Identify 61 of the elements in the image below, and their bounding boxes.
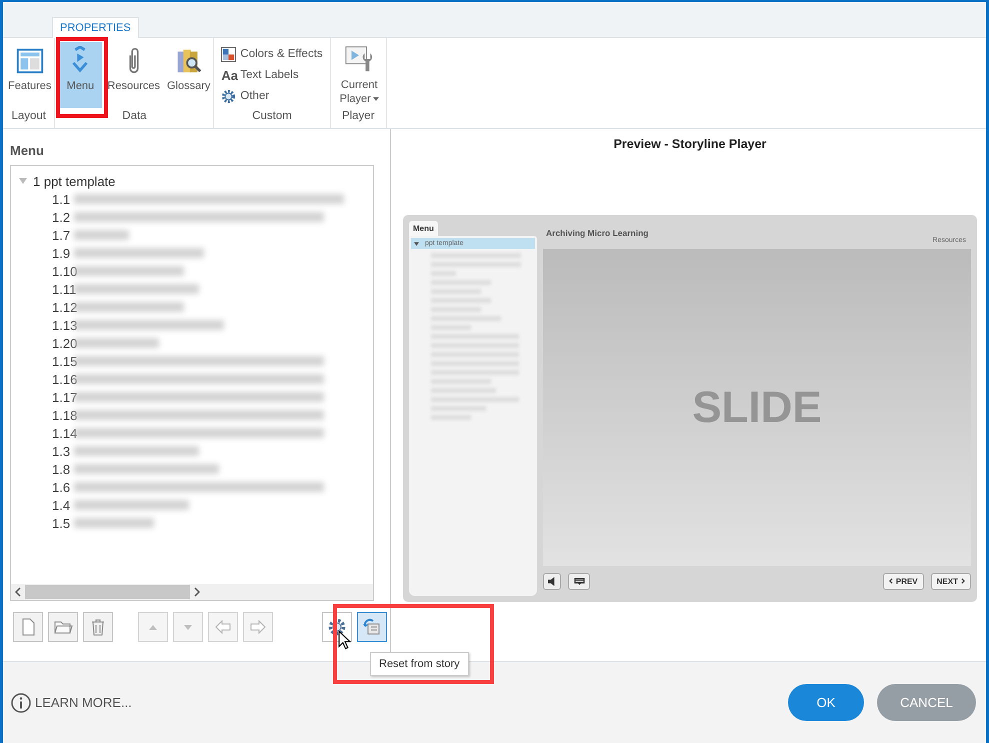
speech-bubble-icon (574, 576, 584, 586)
scroll-right-icon[interactable] (194, 587, 200, 597)
next-button[interactable]: NEXT (930, 572, 971, 590)
preview-heading: Preview - Storyline Player (612, 137, 768, 153)
ok-button[interactable]: OK (788, 684, 864, 721)
info-icon (11, 692, 31, 712)
up-triangle-icon (149, 624, 157, 630)
expand-icon (414, 242, 419, 246)
slide-number: 1.5 (52, 516, 72, 530)
ribbon-group-label: Player (342, 110, 375, 124)
captions-button[interactable] (568, 572, 590, 590)
blurred-text (74, 230, 129, 240)
color-swatch-icon (221, 46, 236, 62)
ribbon-group-label: Custom (252, 110, 292, 124)
slide-number: 1.1 (52, 192, 72, 206)
settings-icon (221, 88, 236, 104)
caret-icon (372, 97, 379, 102)
delete-button[interactable] (83, 612, 113, 642)
scroll-left-icon[interactable] (15, 587, 21, 597)
ribbon-button[interactable]: Other (221, 86, 270, 106)
reset-button[interactable] (357, 612, 387, 642)
slide-number: 1.7 (52, 228, 72, 242)
ribbon-button[interactable]: Resources (105, 42, 162, 108)
horizontal-scrollbar[interactable] (11, 584, 373, 600)
ribbon-button[interactable]: Features (6, 42, 54, 108)
learn-more-link[interactable]: LEARN MORE... (11, 692, 132, 712)
properties-tab[interactable]: PROPERTIES (52, 17, 139, 38)
prev-button[interactable]: PREV (882, 572, 924, 590)
layout-icon (14, 46, 45, 76)
player-dropdown[interactable]: Current Player (334, 42, 385, 108)
chevron-right-icon (961, 578, 965, 584)
ribbon-group-label: Layout (11, 110, 46, 124)
tooltip: Reset from story (370, 652, 469, 676)
new-button[interactable] (13, 612, 43, 642)
player-wrench-icon (344, 44, 374, 74)
tree-item[interactable]: 1 ppt template (19, 172, 373, 190)
left-arrow-icon (213, 617, 233, 637)
right-arrow-icon (248, 617, 268, 637)
undo-list-icon (362, 617, 382, 637)
slide-number: 1.8 (52, 462, 72, 476)
slide-number: 1.6 (52, 480, 72, 494)
mouse-pointer-icon (338, 630, 351, 650)
slide-placeholder-text: SLIDE (692, 382, 822, 432)
ribbon-button[interactable]: Menu (58, 42, 102, 108)
slide-number: 1.2 (52, 210, 72, 224)
text-glyph: Aa (221, 68, 236, 82)
ribbon-button[interactable]: Glossary (165, 42, 212, 108)
panel-heading: Menu (10, 143, 45, 160)
open-button[interactable] (48, 612, 78, 642)
down-triangle-icon (184, 624, 192, 630)
volume-button[interactable] (543, 572, 561, 590)
speaker-icon (546, 576, 558, 586)
ribbon-button[interactable]: Aa Text Labels (221, 65, 299, 85)
slide-number: 1.3 (52, 444, 72, 458)
ribbon-group-label: Data (122, 110, 147, 124)
course-title: Archiving Micro Learning (546, 228, 648, 238)
ribbon-button[interactable]: Colors & Effects (221, 44, 323, 64)
slide-number: 1.4 (52, 498, 72, 512)
slide-number: 1.11 (52, 282, 74, 296)
slide-number: 1.9 (52, 246, 72, 260)
chevron-left-icon (888, 578, 893, 584)
